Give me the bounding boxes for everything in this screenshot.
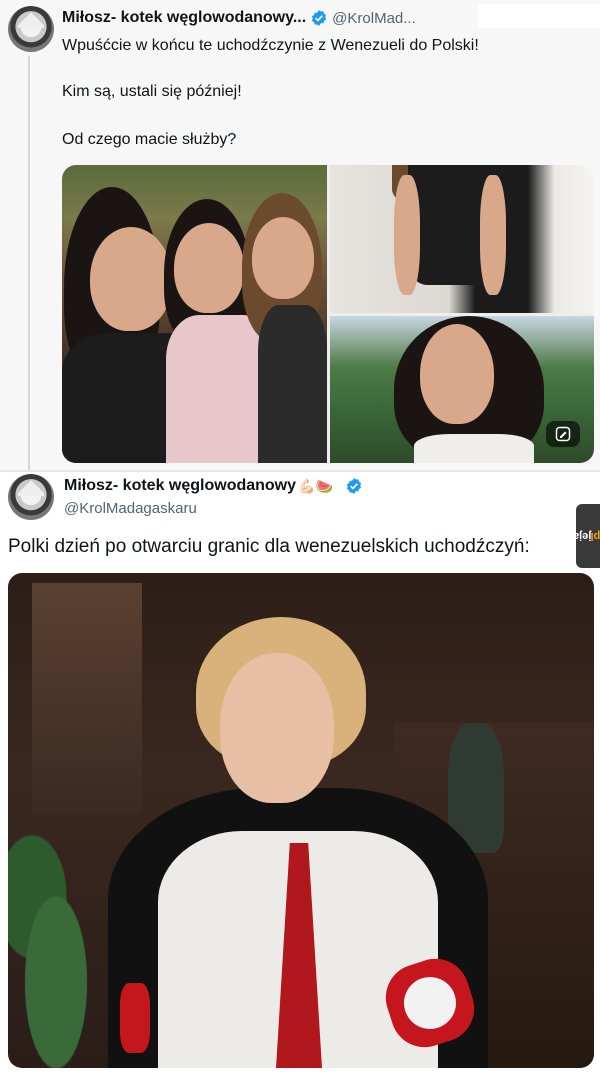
left-armband [120, 983, 150, 1053]
tweet-header: Miłosz- kotek węglowodanowy 💪🏻🍉 [64, 477, 367, 495]
author-emoji: 💪🏻🍉 [298, 477, 333, 494]
woman-face [220, 653, 334, 803]
watermark-logo: jeja.pl [573, 504, 600, 568]
tweet-header: Miłosz- kotek węglowodanowy... @KrolMad.… [62, 8, 416, 28]
watermark-tld: .pl [590, 530, 600, 542]
tweet-text-line-1: Wpuśćcie w końcu te uchodźczynie z Wenez… [62, 37, 479, 54]
image-edit-icon [555, 426, 571, 442]
photo-three-women[interactable] [62, 165, 327, 463]
verified-badge-icon [312, 10, 327, 26]
divider [0, 470, 600, 472]
author-handle[interactable]: @KrolMad... [332, 10, 416, 27]
tweet-text: Polki dzień po otwarciu granic dla wenez… [8, 536, 530, 557]
tweet-photo[interactable] [8, 573, 594, 1068]
author-name[interactable]: Miłosz- kotek węglowodanowy... [62, 9, 306, 27]
author-name[interactable]: Miłosz- kotek węglowodanowy [64, 477, 296, 495]
tweet-text-line-2: Kim są, ustali się później! [62, 83, 242, 100]
verified-badge-icon [346, 478, 361, 494]
cropped-area [478, 4, 600, 28]
author-handle[interactable]: @KrolMadagaskaru [64, 500, 197, 517]
media-grid [62, 165, 594, 463]
alt-text-icon[interactable] [546, 421, 580, 447]
avatar[interactable] [8, 6, 54, 52]
photo-portrait[interactable] [330, 316, 594, 463]
tweet-text-line-3: Od czego macie służby? [62, 131, 237, 148]
avatar[interactable] [8, 474, 54, 520]
thread-line [28, 56, 30, 470]
cat-avatar-image [18, 12, 44, 28]
background-window [32, 583, 142, 813]
quoted-tweet: Miłosz- kotek węglowodanowy... @KrolMad.… [0, 0, 600, 470]
photo-torso[interactable] [330, 165, 594, 313]
cat-avatar-image [18, 480, 44, 496]
